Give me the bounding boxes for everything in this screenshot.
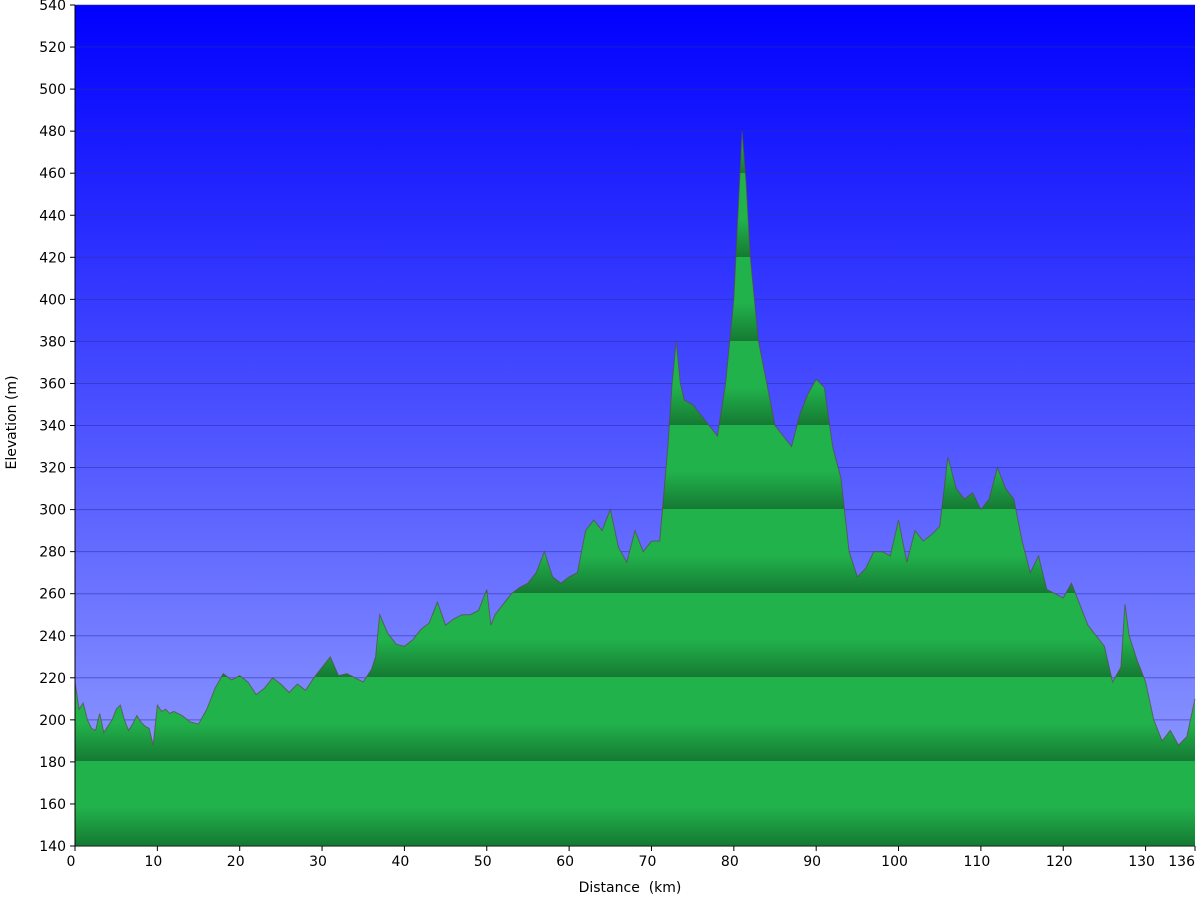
x-tick-label: 50 [474, 854, 492, 870]
y-tick-label: 220 [39, 671, 66, 687]
x-tick-label: 20 [227, 854, 245, 870]
x-tick-label: 110 [964, 854, 991, 870]
x-tick-label: 70 [639, 854, 657, 870]
y-tick-label: 280 [39, 545, 66, 561]
y-tick-label: 380 [39, 334, 66, 350]
chart-canvas: 1401601802002202402602803003203403603804… [4, 0, 1196, 896]
y-tick-label: 400 [39, 292, 66, 308]
elevation-chart: 140 160 180 200 220 240 260 280 300 320 340 360 380 4… [0, 0, 1200, 900]
x-tick-label: 136 [1168, 854, 1195, 870]
y-tick-label: 420 [39, 250, 66, 266]
x-tick-label: 80 [721, 854, 739, 870]
y-tick-label: 520 [39, 40, 66, 56]
y-tick-label: 200 [39, 713, 66, 729]
y-tick-label: 260 [39, 587, 66, 603]
x-tick-label: 10 [144, 854, 162, 870]
y-tick-label: 460 [39, 166, 66, 182]
y-tick-label: 320 [39, 461, 66, 477]
x-tick-label: 30 [309, 854, 327, 870]
y-tick-label: 180 [39, 755, 66, 771]
y-axis-title: Elevation (m) [4, 375, 20, 469]
y-tick-label: 500 [39, 82, 66, 98]
y-tick-label: 540 [39, 0, 66, 14]
y-axis-ticks: 140 160 180 200 220 240 260 280 300 320 340 360 380 4… [39, 0, 75, 855]
x-tick-label: 60 [556, 854, 574, 870]
x-axis-title: Distance (km) [579, 880, 682, 896]
x-tick-label: 90 [803, 854, 821, 870]
y-tick-label: 240 [39, 629, 66, 645]
y-tick-label: 140 [39, 839, 66, 855]
x-tick-label: 0 [67, 854, 76, 870]
x-tick-label: 120 [1046, 854, 1073, 870]
y-tick-label: 340 [39, 419, 66, 435]
x-axis-ticks: 0 10 20 30 40 50 60 70 80 90 100 110 120 130 136 [67, 846, 1196, 870]
y-tick-label: 360 [39, 376, 66, 392]
x-tick-label: 40 [391, 854, 409, 870]
x-tick-label: 100 [881, 854, 908, 870]
y-tick-label: 300 [39, 503, 66, 519]
y-tick-label: 160 [39, 797, 66, 813]
y-tick-label: 480 [39, 124, 66, 140]
x-tick-label: 130 [1128, 854, 1155, 870]
y-tick-label: 440 [39, 208, 66, 224]
